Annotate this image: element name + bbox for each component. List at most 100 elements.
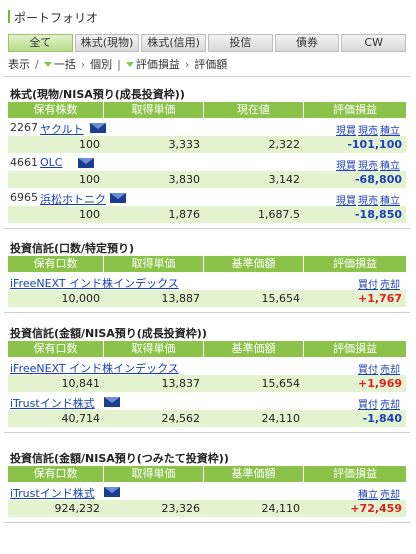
mail-icon[interactable] (110, 193, 126, 203)
section-title: 投資信託(金額/NISA預り(つみたて投資枠)) (10, 452, 229, 465)
qty-value: 924,232 (54, 502, 101, 515)
tab-stock-margin[interactable]: 株式(信用) (141, 34, 207, 52)
qty-value: 40,714 (61, 412, 101, 425)
section-title: 投資信託(金額/NISA預り(成長投資枠)) (10, 327, 207, 340)
holding-name-link[interactable]: iFreeNEXT インド株インデックス (10, 275, 179, 291)
holding-values-row: 924,232 23,326 24,110 +72,459 (8, 500, 406, 517)
column-header: 保有株数 (8, 102, 104, 118)
mail-icon[interactable] (90, 123, 106, 133)
table-header: 保有口数 取得単価 基準価額 評価損益 (8, 466, 406, 482)
profit-loss-value: +72,459 (350, 502, 402, 515)
holding-name-link[interactable]: 浜松ホトニク (40, 191, 106, 207)
qty-value: 100 (79, 138, 100, 151)
column-header: 評価損益 (333, 467, 377, 480)
column-header: 保有口数 (8, 256, 104, 272)
trade-actions: 買付 売却 (356, 276, 400, 291)
column-header: 取得単価 (104, 466, 204, 482)
profit-loss-value: -68,800 (354, 173, 402, 186)
cost-value: 23,326 (161, 502, 201, 515)
holding-values-row: 40,714 24,562 24,110 -1,840 (8, 410, 406, 427)
tab-bar: 全て 株式(現物) 株式(信用) 投信 債券 CW (8, 34, 407, 52)
pl-toggle[interactable]: 評価損益 (125, 56, 180, 72)
holding-name-link[interactable]: iFreeNEXT インド株インデックス (10, 360, 179, 376)
page-title: ポートフォリオ (14, 11, 99, 25)
column-header: 取得単価 (104, 256, 204, 272)
separator: › (184, 57, 190, 71)
individual-label: 個別 (90, 58, 113, 71)
column-header: 評価損益 (333, 103, 377, 116)
price-value: 1,687.5 (258, 208, 300, 221)
holding-values-row: 10,000 13,887 15,654 +1,767 (8, 290, 406, 307)
tab-bonds[interactable]: 債券 (274, 34, 340, 52)
column-header: 基準価額 (204, 466, 304, 482)
price-value: 15,654 (261, 292, 301, 305)
holding-name-row: 6965 浜松ホトニク 現買 現売 積立 (8, 189, 406, 207)
triangle-down-icon (43, 61, 52, 67)
holding-name-link[interactable]: OLC (40, 156, 62, 169)
holding-name-row: iTrustインド株式 積立 売却 (8, 483, 406, 501)
mail-icon[interactable] (78, 158, 94, 168)
pl-label: 評価損益 (135, 58, 180, 71)
individual-toggle[interactable]: 個別 (90, 56, 112, 72)
price-value: 24,110 (261, 502, 301, 515)
amount-label: 評価額 (194, 58, 228, 71)
column-header: 取得単価 (104, 102, 204, 118)
separator: / (35, 57, 39, 71)
profit-loss-value: -1,840 (362, 412, 402, 425)
display-label: 表示 (8, 58, 30, 71)
tab-cw[interactable]: CW (341, 34, 407, 52)
holding-name-link[interactable]: iTrustインド株式 (10, 395, 95, 411)
holding-name-row: 4661 OLC 現買 現売 積立 (8, 154, 406, 172)
qty-value: 100 (79, 208, 100, 221)
divider (4, 76, 410, 77)
table-header: 保有株数 取得単価 現在値 評価損益 (8, 102, 406, 118)
display-controls: 表示 / 一括 › 個別 | 評価損益 › 評価額 (8, 56, 227, 72)
bulk-toggle[interactable]: 一括 (43, 56, 76, 72)
divider (4, 312, 410, 313)
holding-name-link[interactable]: iTrustインド株式 (10, 485, 95, 501)
holding-values-row: 100 3,333 2,322 -101,100 (8, 136, 406, 153)
amount-toggle[interactable]: 評価額 (194, 56, 227, 72)
section-title: 投資信託(口数/特定預り) (10, 242, 135, 255)
stock-code: 2267 (10, 121, 38, 134)
separator: › (80, 57, 86, 71)
profit-loss-value: -18,850 (354, 208, 402, 221)
qty-value: 100 (79, 173, 100, 186)
holding-values-row: 100 1,876 1,687.5 -18,850 (8, 206, 406, 223)
tab-all[interactable]: 全て (8, 34, 73, 52)
trade-actions: 買付 売却 (356, 361, 400, 376)
column-header: 評価損益 (333, 342, 377, 355)
table-header: 保有口数 取得単価 基準価額 評価損益 (8, 341, 406, 357)
column-header: 基準価額 (204, 341, 304, 357)
cost-value: 24,562 (161, 412, 201, 425)
profit-loss-value: -101,100 (347, 138, 402, 151)
cost-value: 3,333 (168, 138, 201, 151)
section-title: 株式(現物/NISA預り(成長投資枠)) (10, 88, 185, 101)
qty-value: 10,000 (61, 292, 101, 305)
column-header: 保有口数 (8, 341, 104, 357)
profit-loss-value: +1,969 (357, 377, 402, 390)
stock-code: 6965 (10, 191, 38, 204)
qty-value: 10,841 (61, 377, 101, 390)
title-bar: ポートフォリオ (4, 6, 410, 28)
price-value: 24,110 (261, 412, 301, 425)
trade-actions: 現買 現売 積立 (334, 122, 400, 137)
holding-name-link[interactable]: ヤクルト (40, 121, 84, 137)
column-header: 評価損益 (333, 257, 377, 270)
cost-value: 13,887 (161, 292, 201, 305)
bulk-label: 一括 (53, 58, 76, 71)
holding-values-row: 100 3,830 3,142 -68,800 (8, 171, 406, 188)
mail-icon[interactable] (104, 397, 120, 407)
price-value: 3,142 (268, 173, 301, 186)
holding-name-row: 2267 ヤクルト 現買 現売 積立 (8, 119, 406, 137)
holding-name-row: iTrustインド株式 買付 売却 (8, 393, 406, 411)
tab-stock-cash[interactable]: 株式(現物) (74, 34, 140, 52)
mail-icon[interactable] (104, 487, 120, 497)
trade-actions: 現買 現売 積立 (334, 192, 400, 207)
divider (4, 228, 410, 229)
price-value: 15,654 (261, 377, 301, 390)
separator: | (117, 57, 121, 71)
divider (4, 522, 410, 523)
holding-name-row: iFreeNEXT インド株インデックス 買付 売却 (8, 273, 406, 291)
tab-funds[interactable]: 投信 (208, 34, 273, 52)
